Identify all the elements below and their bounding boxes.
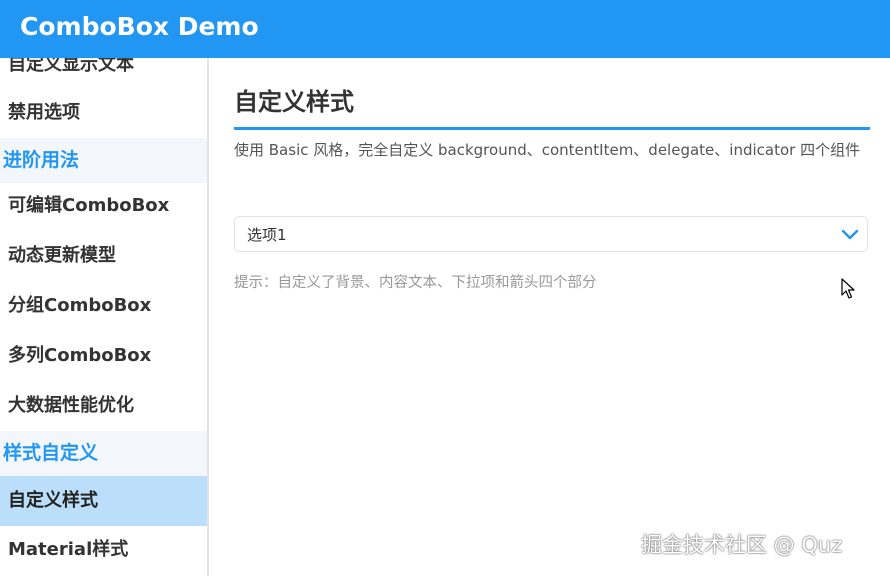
sidebar-item-disabled-options[interactable]: 禁用选项 [0,88,207,138]
sidebar-section-advanced: 进阶用法 [0,138,207,183]
watermark: 掘金技术社区 @ Quz [641,533,843,557]
main-content: 自定义样式 使用 Basic 风格，完全自定义 background、conte… [209,58,890,576]
sidebar-item-custom-style[interactable]: 自定义样式 [0,476,207,526]
sidebar[interactable]: 自定义显示文本 禁用选项 进阶用法 可编辑ComboBox 动态更新模型 分组C… [0,58,209,576]
title-underline [234,127,870,130]
combobox-current-value: 选项1 [247,226,287,244]
app-title: ComboBox Demo [20,12,259,41]
sidebar-item-dynamic-model[interactable]: 动态更新模型 [0,231,207,281]
hint-text: 提示：自定义了背景、内容文本、下拉项和箭头四个部分 [234,275,597,291]
chevron-down-icon[interactable] [841,226,859,244]
sidebar-item-material-style[interactable]: Material样式 [0,525,207,575]
sidebar-item-custom-display-text[interactable]: 自定义显示文本 [0,58,207,90]
page-description: 使用 Basic 风格，完全自定义 background、contentItem… [234,141,861,159]
sidebar-item-grouped-combobox[interactable]: 分组ComboBox [0,281,207,331]
app-header: ComboBox Demo [0,0,890,58]
custom-combobox[interactable]: 选项1 [234,216,868,252]
sidebar-item-multicolumn-combobox[interactable]: 多列ComboBox [0,331,207,381]
sidebar-item-editable-combobox[interactable]: 可编辑ComboBox [0,181,207,231]
page-title: 自定义样式 [234,88,354,116]
mouse-cursor-icon [841,278,855,299]
sidebar-item-big-data-performance[interactable]: 大数据性能优化 [0,381,207,431]
sidebar-section-style-customization: 样式自定义 [0,431,207,476]
